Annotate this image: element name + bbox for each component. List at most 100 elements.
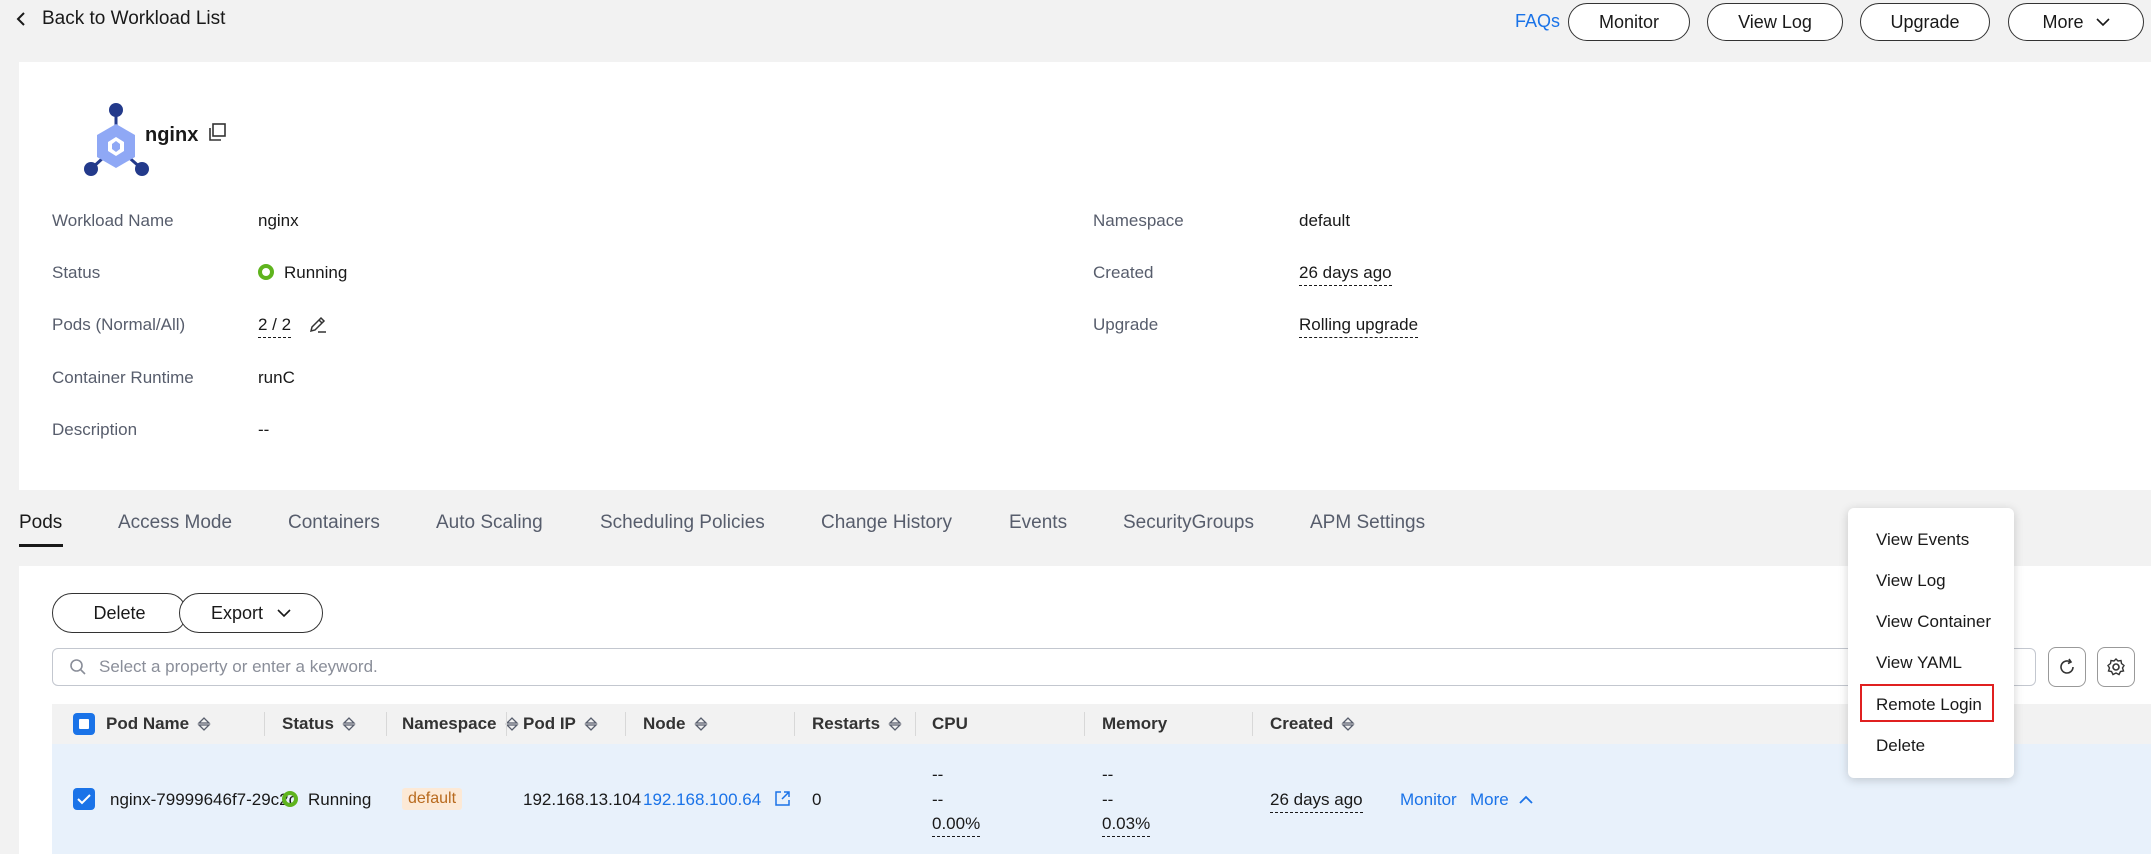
column-namespace[interactable]: Namespace: [402, 714, 519, 734]
chevron-up-icon: [1519, 795, 1534, 804]
column-separator: [264, 712, 265, 736]
column-created[interactable]: Created: [1270, 714, 1355, 734]
tab-change-history[interactable]: Change History: [821, 512, 952, 534]
menu-item-view-yaml[interactable]: View YAML: [1876, 653, 1962, 673]
search-icon: [70, 659, 86, 675]
view-log-label: View Log: [1738, 11, 1812, 32]
view-log-button[interactable]: View Log: [1707, 3, 1843, 41]
column-status[interactable]: Status: [282, 714, 356, 734]
node-link[interactable]: 192.168.100.64: [643, 790, 761, 809]
column-memory-label: Memory: [1102, 714, 1168, 733]
sort-icon: [584, 717, 598, 731]
tab-pods[interactable]: Pods: [19, 512, 62, 534]
column-cpu: CPU: [932, 714, 968, 734]
column-pod-ip-label: Pod IP: [523, 714, 576, 733]
upgrade-label: Upgrade: [1890, 11, 1960, 32]
monitor-label: Monitor: [1598, 11, 1660, 32]
export-label: Export: [210, 602, 264, 623]
column-restarts[interactable]: Restarts: [812, 714, 902, 734]
namespace-value: default: [1299, 211, 1351, 230]
workload-logo-icon: [84, 103, 149, 176]
refresh-button[interactable]: [2048, 647, 2086, 687]
status-label: Status: [52, 263, 101, 282]
menu-item-remote-login[interactable]: Remote Login: [1876, 695, 1982, 715]
external-link-icon[interactable]: [774, 790, 791, 807]
upgrade-button[interactable]: Upgrade: [1860, 3, 1990, 41]
tab-apm-settings[interactable]: APM Settings: [1310, 512, 1425, 534]
edit-icon[interactable]: [308, 314, 328, 334]
more-dropdown-menu: View Events View Log View Container View…: [1848, 508, 2014, 778]
row-monitor-link[interactable]: Monitor: [1400, 790, 1457, 810]
column-restarts-label: Restarts: [812, 714, 881, 733]
workload-title: nginx: [145, 124, 199, 146]
monitor-button[interactable]: Monitor: [1568, 3, 1690, 41]
table-row[interactable]: nginx-79999646f7-29c2c Running default 1…: [52, 744, 2151, 854]
column-separator: [1084, 712, 1085, 736]
refresh-icon: [2060, 658, 2074, 674]
copy-icon[interactable]: [207, 122, 227, 142]
tab-containers[interactable]: Containers: [288, 512, 380, 534]
created-value: 26 days ago: [1299, 263, 1392, 286]
row-more-link[interactable]: More: [1470, 790, 1534, 810]
column-separator: [506, 712, 507, 736]
tab-security-groups[interactable]: SecurityGroups: [1123, 512, 1254, 534]
table-header: Pod Name Status Namespace Pod IP Node Re…: [52, 704, 2151, 744]
tab-events[interactable]: Events: [1009, 512, 1067, 534]
column-namespace-label: Namespace: [402, 714, 497, 733]
column-separator: [794, 712, 795, 736]
column-pod-name[interactable]: Pod Name: [106, 714, 211, 734]
menu-item-view-container[interactable]: View Container: [1876, 612, 1991, 632]
search-input[interactable]: [99, 657, 1699, 677]
faqs-link[interactable]: FAQs: [1515, 11, 1560, 32]
more-label: More: [2042, 11, 2084, 32]
pod-status-text: Running: [308, 790, 372, 809]
description-value: --: [258, 420, 270, 439]
column-separator: [1252, 712, 1253, 736]
export-button[interactable]: Export: [179, 593, 323, 633]
memory-usage-percent: 0.03%: [1102, 814, 1151, 837]
tab-scheduling-policies[interactable]: Scheduling Policies: [600, 512, 765, 534]
more-button[interactable]: More: [2008, 3, 2144, 41]
running-status-icon: [282, 791, 298, 807]
workload-info-card: nginx Workload Name nginx Status Running…: [19, 62, 2151, 490]
pods-value[interactable]: 2 / 2: [258, 315, 292, 338]
delete-label: Delete: [93, 602, 146, 623]
chevron-down-icon: [277, 609, 291, 618]
select-all-checkbox[interactable]: [73, 713, 95, 735]
menu-item-view-log[interactable]: View Log: [1876, 571, 1946, 591]
memory-line-2: --: [1102, 790, 1114, 809]
chevron-down-icon: [2095, 18, 2110, 27]
tab-bar: Pods Access Mode Containers Auto Scaling…: [0, 490, 2151, 566]
namespace-label: Namespace: [1093, 211, 1184, 230]
column-node[interactable]: Node: [643, 714, 708, 734]
column-pod-name-label: Pod Name: [106, 714, 190, 733]
workload-name-value: nginx: [258, 211, 299, 230]
tab-access-mode[interactable]: Access Mode: [118, 512, 232, 534]
sort-icon: [197, 717, 211, 731]
menu-item-delete[interactable]: Delete: [1876, 736, 1925, 756]
row-checkbox[interactable]: [73, 788, 95, 810]
pod-name-cell: nginx-79999646f7-29c2c: [110, 790, 298, 809]
namespace-tag: default: [402, 788, 463, 810]
upgrade-value: Rolling upgrade: [1299, 315, 1419, 338]
column-pod-ip[interactable]: Pod IP: [523, 714, 598, 734]
chevron-left-icon: [16, 12, 25, 26]
settings-button[interactable]: [2097, 647, 2135, 687]
sort-icon: [888, 717, 902, 731]
back-label: Back to Workload List: [42, 8, 226, 29]
delete-button[interactable]: Delete: [52, 593, 187, 633]
menu-item-view-events[interactable]: View Events: [1876, 530, 1969, 550]
column-separator: [915, 712, 916, 736]
back-to-workload-list-link[interactable]: Back to Workload List: [14, 8, 225, 30]
sort-icon: [693, 717, 708, 731]
cpu-line-2: --: [932, 790, 944, 809]
search-box[interactable]: [52, 648, 2036, 686]
column-separator: [386, 712, 387, 736]
tab-auto-scaling[interactable]: Auto Scaling: [436, 512, 543, 534]
workload-name-label: Workload Name: [52, 211, 174, 230]
cpu-line-1: --: [932, 765, 944, 784]
memory-line-1: --: [1102, 765, 1114, 784]
cpu-usage-percent: 0.00%: [932, 814, 981, 837]
namespace-cell: default: [402, 788, 463, 810]
created-label: Created: [1093, 263, 1154, 282]
